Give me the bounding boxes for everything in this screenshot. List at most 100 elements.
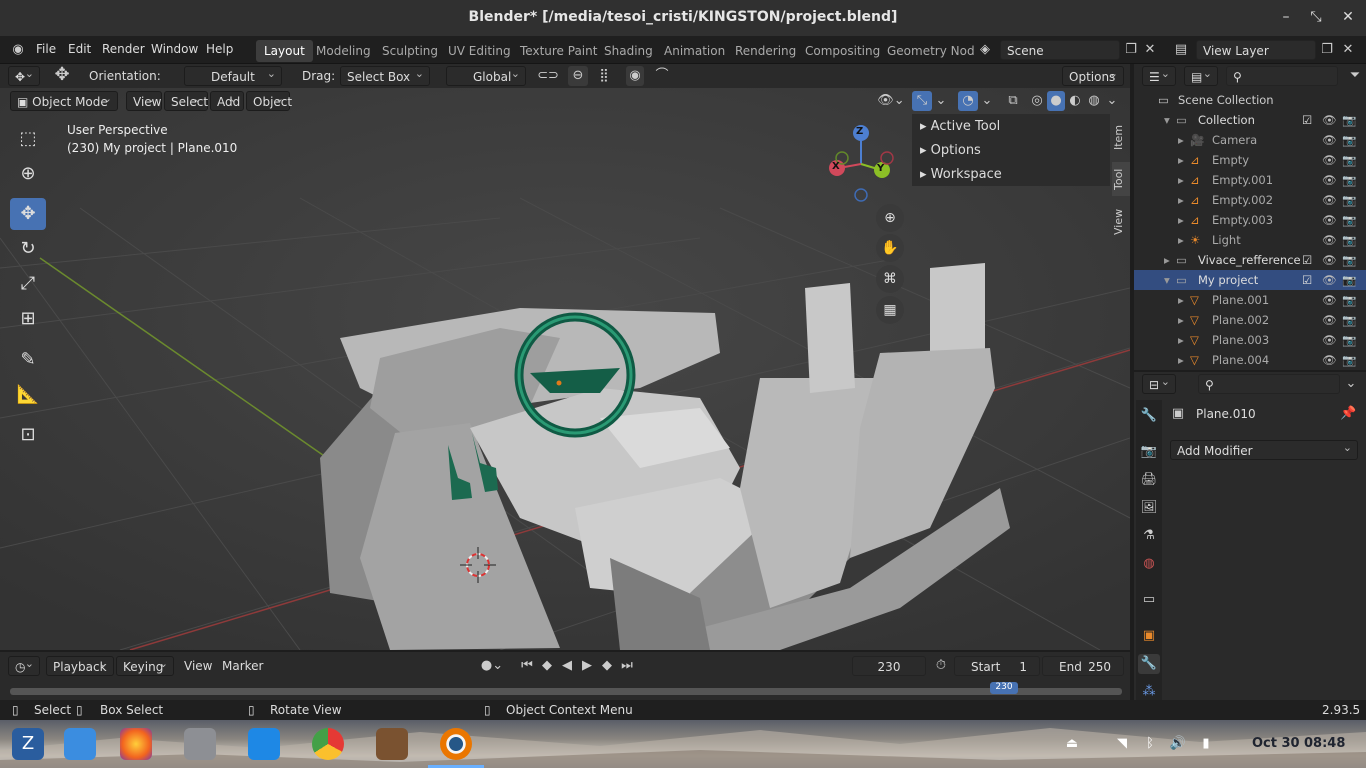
filter-icon[interactable]: ⏷ — [1346, 66, 1364, 86]
disclosure-icon[interactable]: ▸ — [1178, 353, 1184, 367]
drag-dropdown[interactable]: Select Box — [340, 66, 430, 86]
outliner-display-mode[interactable]: ▤ — [1184, 66, 1218, 86]
render-camera-icon[interactable]: 📷 — [1342, 353, 1356, 367]
view-layer-props-icon[interactable]: 🖼 — [1138, 498, 1160, 518]
taskbar-time[interactable]: 08:48 — [1304, 736, 1345, 751]
next-keyframe-icon[interactable]: ◆ — [598, 656, 616, 676]
exclude-checkbox-icon[interactable]: ☑ — [1302, 113, 1312, 127]
maximize-icon[interactable]: ⤡ — [1306, 9, 1326, 27]
timeline-editor-type[interactable]: ◷ — [8, 656, 40, 676]
exclude-checkbox-icon[interactable]: ☑ — [1302, 273, 1312, 287]
snap-target-icon[interactable]: ⣿ — [590, 66, 618, 86]
scale-tool-icon[interactable]: ⤢ — [10, 268, 46, 300]
add-modifier-button[interactable]: Add Modifier — [1170, 440, 1358, 460]
render-camera-icon[interactable]: 📷 — [1342, 133, 1356, 147]
wireframe-shading-icon[interactable]: ◎ — [1028, 91, 1046, 111]
tab-animation[interactable]: Animation — [656, 40, 733, 62]
file-manager-icon[interactable] — [184, 728, 216, 760]
blender-logo-icon[interactable]: ◉ — [8, 40, 28, 60]
battery-icon[interactable]: ▮ — [1196, 734, 1216, 754]
pivot-icon[interactable]: ⊂⊃ — [534, 66, 562, 86]
tool-dropdown[interactable]: ✥ — [8, 66, 40, 86]
exclude-checkbox-icon[interactable]: ☑ — [1302, 253, 1312, 267]
scene-icon[interactable]: ◈ — [974, 40, 996, 60]
collection-props-icon[interactable]: ▭ — [1138, 590, 1160, 610]
transform-tool-icon[interactable]: ⊞ — [10, 303, 46, 335]
visibility-eye-icon[interactable]: 👁 — [1322, 353, 1337, 367]
render-camera-icon[interactable]: 📷 — [1342, 173, 1356, 187]
particles-props-icon[interactable]: ⁂ — [1138, 682, 1160, 702]
gizmo-toggle-icon[interactable]: ⤡ — [912, 91, 932, 111]
camera-view-icon[interactable]: ⌘ — [876, 265, 904, 293]
visibility-eye-icon[interactable]: 👁 — [1322, 313, 1337, 327]
end-frame-field[interactable]: End 250 — [1042, 656, 1124, 676]
gizmo-dropdown-icon[interactable]: ⌄ — [934, 91, 948, 111]
outliner-row[interactable]: ▸ ⊿ Empty.002 👁 📷 — [1134, 190, 1366, 210]
modifier-props-icon[interactable]: 🔧 — [1138, 654, 1160, 674]
firefox-icon[interactable] — [120, 728, 152, 760]
tab-tool[interactable]: Tool — [1112, 162, 1130, 196]
visibility-icon[interactable]: 👁⌄ — [874, 91, 908, 111]
solid-shading-icon[interactable]: ● — [1047, 91, 1065, 111]
object-props-icon[interactable]: ▣ — [1138, 626, 1160, 646]
visibility-eye-icon[interactable]: 👁 — [1322, 113, 1337, 127]
menu-timeline-view[interactable]: View — [184, 659, 212, 673]
disclosure-icon[interactable]: ▸ — [1178, 133, 1184, 147]
select-box-tool-icon[interactable]: ⬚ — [10, 123, 46, 155]
tool-settings-icon[interactable]: 🔧 — [1138, 406, 1160, 426]
outliner-row[interactable]: ▸ ▽ Plane.004 👁 📷 — [1134, 350, 1366, 370]
render-camera-icon[interactable]: 📷 — [1342, 253, 1356, 267]
rotate-tool-icon[interactable]: ↻ — [10, 233, 46, 265]
measure-tool-icon[interactable]: 📐 — [10, 379, 46, 411]
render-camera-icon[interactable]: 📷 — [1342, 213, 1356, 227]
tab-compositing[interactable]: Compositing — [797, 40, 888, 62]
outliner-search-input[interactable]: ⚲ — [1226, 66, 1338, 86]
bluetooth-icon[interactable]: ᛒ — [1140, 734, 1160, 754]
menu-select[interactable]: Select — [164, 91, 208, 111]
outliner-row[interactable]: ▸ ▭ Vivace_refference ☑ 👁 📷 — [1134, 250, 1366, 270]
menu-marker[interactable]: Marker — [222, 659, 263, 673]
view-layer-icon[interactable]: ▤ — [1170, 40, 1192, 60]
new-scene-icon[interactable]: ❐ — [1122, 40, 1140, 60]
render-camera-icon[interactable]: 📷 — [1342, 233, 1356, 247]
visibility-eye-icon[interactable]: 👁 — [1322, 273, 1337, 287]
mode-dropdown[interactable]: ▣ Object Mode — [10, 91, 118, 111]
render-camera-icon[interactable]: 📷 — [1342, 293, 1356, 307]
minimize-icon[interactable]: – — [1276, 9, 1296, 27]
pan-hand-icon[interactable]: ✋ — [876, 234, 904, 262]
render-props-icon[interactable]: 📷 — [1138, 442, 1160, 462]
disclosure-icon[interactable]: ▸ — [1178, 233, 1184, 247]
overlay-toggle-icon[interactable]: ◔ — [958, 91, 978, 111]
visibility-eye-icon[interactable]: 👁 — [1322, 333, 1337, 347]
outliner-editor-type[interactable]: ☰ — [1142, 66, 1176, 86]
render-camera-icon[interactable]: 📷 — [1342, 333, 1356, 347]
rendered-shading-icon[interactable]: ◍ — [1085, 91, 1103, 111]
visibility-eye-icon[interactable]: 👁 — [1322, 233, 1337, 247]
output-props-icon[interactable]: 🖨 — [1138, 470, 1160, 490]
pin-icon[interactable]: 📌 — [1340, 404, 1356, 424]
disclosure-icon[interactable]: ▸ — [1178, 173, 1184, 187]
visibility-eye-icon[interactable]: 👁 — [1322, 253, 1337, 267]
material-shading-icon[interactable]: ◐ — [1066, 91, 1084, 111]
panel-workspace[interactable]: ▸ Workspace — [920, 167, 1002, 182]
menu-edit[interactable]: Edit — [68, 42, 91, 56]
outliner-row[interactable]: ▸ ⊿ Empty.001 👁 📷 — [1134, 170, 1366, 190]
overlay-dropdown-icon[interactable]: ⌄ — [980, 91, 994, 111]
software-store-icon[interactable] — [248, 728, 280, 760]
menu-object[interactable]: Object — [246, 91, 292, 111]
menu-keying[interactable]: Keying — [116, 656, 174, 676]
tab-layout[interactable]: Layout — [256, 40, 313, 62]
view-layer-field[interactable]: View Layer — [1196, 40, 1316, 60]
visibility-eye-icon[interactable]: 👁 — [1322, 193, 1337, 207]
zorin-menu-icon[interactable]: Z — [12, 728, 44, 760]
tab-geometry-nodes[interactable]: Geometry Nod — [879, 40, 983, 62]
minecraft-icon[interactable] — [376, 728, 408, 760]
tab-modeling[interactable]: Modeling — [308, 40, 379, 62]
current-frame-field[interactable]: 230 — [852, 656, 926, 676]
disclosure-icon[interactable]: ▸ — [1178, 193, 1184, 207]
outliner-row[interactable]: ▾ ▭ My project ☑ 👁 📷 — [1134, 270, 1366, 290]
menu-playback[interactable]: Playback — [46, 656, 114, 676]
tab-view[interactable]: View — [1112, 206, 1130, 238]
scene-name-field[interactable]: Scene — [1000, 40, 1120, 60]
jump-start-icon[interactable]: ⏮ — [518, 656, 536, 676]
